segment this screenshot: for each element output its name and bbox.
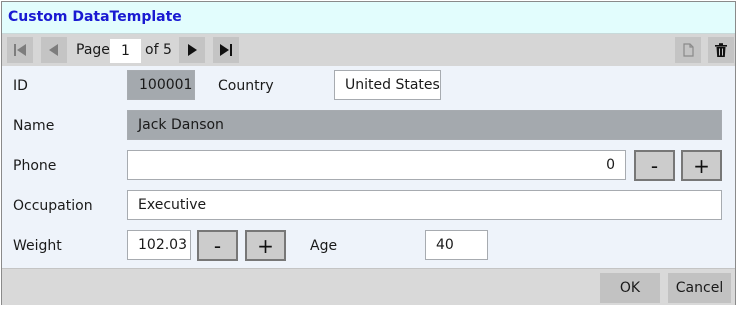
dialog-window: Custom DataTemplate Page of 5 xyxy=(1,1,736,305)
phone-field[interactable]: 0 xyxy=(127,150,626,180)
first-page-icon xyxy=(14,44,26,56)
phone-label: Phone xyxy=(13,158,57,174)
delete-button[interactable] xyxy=(708,37,734,63)
id-field: 100001 xyxy=(127,70,195,100)
title-bar: Custom DataTemplate xyxy=(2,2,735,34)
phone-decrement-button[interactable]: - xyxy=(634,150,675,181)
previous-page-button[interactable] xyxy=(41,37,67,63)
phone-increment-button[interactable]: + xyxy=(681,150,722,181)
new-record-icon xyxy=(683,43,694,57)
id-label: ID xyxy=(13,78,28,94)
page-number-input[interactable] xyxy=(110,39,141,63)
name-label: Name xyxy=(13,118,55,134)
cancel-button[interactable]: Cancel xyxy=(668,273,731,303)
age-field[interactable]: 40 xyxy=(425,230,488,260)
weight-increment-button[interactable]: + xyxy=(245,230,286,261)
last-page-button[interactable] xyxy=(213,37,239,63)
occupation-label: Occupation xyxy=(13,198,93,214)
first-page-button[interactable] xyxy=(7,37,33,63)
next-page-icon xyxy=(188,44,197,56)
delete-icon xyxy=(715,43,727,57)
dialog-footer: OK Cancel xyxy=(2,268,735,305)
occupation-field[interactable]: Executive xyxy=(127,190,722,220)
page-total-label: of 5 xyxy=(145,42,172,58)
country-label: Country xyxy=(218,78,274,94)
weight-decrement-button[interactable]: - xyxy=(197,230,238,261)
weight-label: Weight xyxy=(13,238,62,254)
ok-button[interactable]: OK xyxy=(600,273,660,303)
pager-toolbar: Page of 5 xyxy=(2,34,735,66)
previous-page-icon xyxy=(49,44,58,56)
weight-field[interactable]: 102.03 xyxy=(127,230,191,260)
name-field: Jack Danson xyxy=(127,110,722,140)
country-field[interactable]: United States xyxy=(334,70,441,100)
last-page-icon xyxy=(220,44,232,56)
new-record-button[interactable] xyxy=(675,37,701,63)
next-page-button[interactable] xyxy=(179,37,205,63)
age-label: Age xyxy=(310,238,338,254)
dialog-title: Custom DataTemplate xyxy=(8,9,182,25)
page-label: Page xyxy=(76,42,110,58)
